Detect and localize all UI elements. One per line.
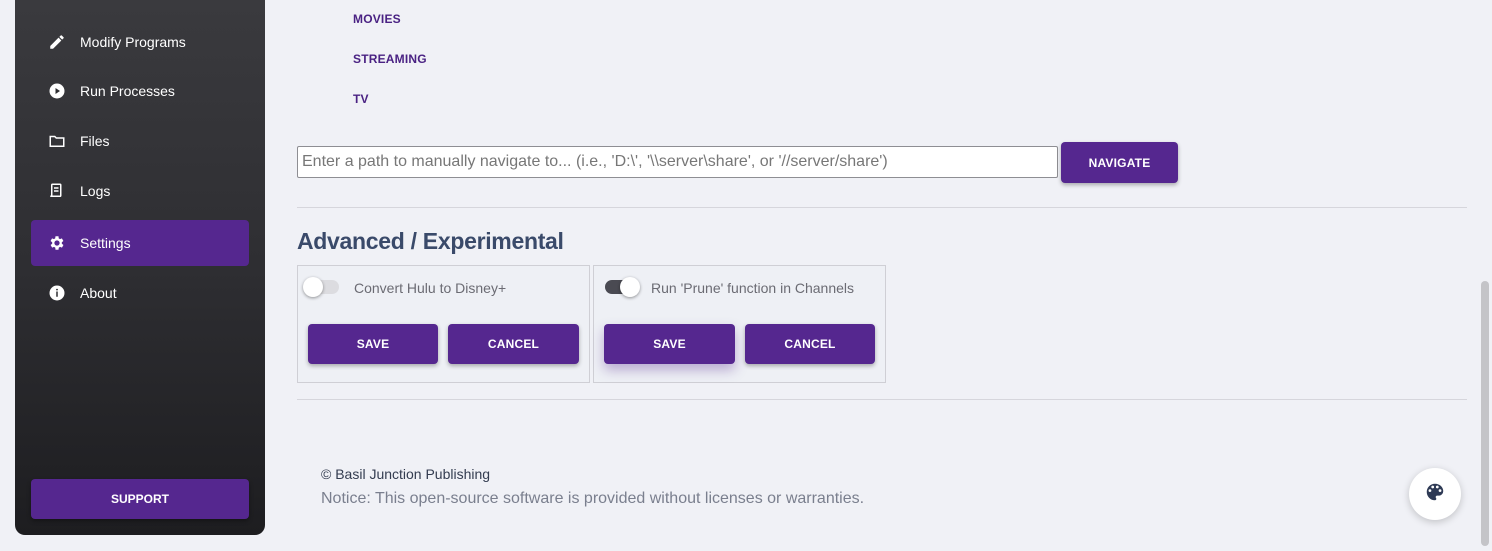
cancel-button[interactable]: CANCEL bbox=[448, 324, 579, 364]
footer-notice: Notice: This open-source software is pro… bbox=[321, 490, 865, 507]
folder-link-streaming[interactable]: STREAMING bbox=[353, 52, 427, 66]
cancel-button[interactable]: CANCEL bbox=[745, 324, 875, 364]
sidebar-item-run-processes[interactable]: Run Processes bbox=[31, 68, 249, 114]
info-icon bbox=[48, 284, 66, 302]
section-title: Advanced / Experimental bbox=[297, 228, 564, 254]
sidebar-item-label: Settings bbox=[80, 235, 131, 251]
toggle-label: Run 'Prune' function in Channels bbox=[651, 280, 855, 296]
scrollbar-thumb[interactable] bbox=[1481, 281, 1489, 546]
sidebar-item-about[interactable]: About bbox=[31, 270, 249, 316]
theme-palette-button[interactable] bbox=[1409, 468, 1461, 520]
hulu-toggle[interactable] bbox=[303, 277, 339, 297]
sidebar-item-logs[interactable]: Logs bbox=[31, 168, 249, 214]
toggle-thumb bbox=[620, 277, 640, 297]
prune-toggle[interactable] bbox=[605, 277, 640, 297]
sidebar-item-label: Logs bbox=[80, 183, 111, 199]
folder-link-movies[interactable]: MOVIES bbox=[353, 12, 401, 26]
divider bbox=[297, 399, 1467, 400]
setting-card-prune: Run 'Prune' function in Channels SAVE CA… bbox=[593, 265, 886, 383]
sidebar-item-files[interactable]: Files bbox=[31, 118, 249, 164]
sidebar-item-modify-programs[interactable]: Modify Programs bbox=[31, 19, 249, 65]
sidebar-item-label: Run Processes bbox=[80, 83, 175, 99]
save-button[interactable]: SAVE bbox=[308, 324, 438, 364]
sidebar-item-settings[interactable]: Settings bbox=[31, 220, 249, 266]
setting-card-hulu: Convert Hulu to Disney+ SAVE CANCEL bbox=[297, 265, 590, 383]
sidebar-item-label: Files bbox=[80, 133, 110, 149]
scroll-icon bbox=[48, 182, 66, 200]
path-input[interactable] bbox=[297, 146, 1058, 178]
play-circle-icon bbox=[48, 82, 66, 100]
toggle-label: Convert Hulu to Disney+ bbox=[354, 280, 507, 296]
folder-link-tv[interactable]: TV bbox=[353, 92, 369, 106]
pencil-icon bbox=[48, 33, 66, 51]
folder-icon bbox=[48, 132, 66, 150]
gear-icon bbox=[48, 234, 66, 252]
app-root: Modify Programs Run Processes Files Logs… bbox=[0, 0, 1492, 551]
sidebar: Modify Programs Run Processes Files Logs… bbox=[15, 0, 265, 535]
sidebar-item-label: About bbox=[80, 285, 117, 301]
palette-icon bbox=[1424, 481, 1446, 508]
save-button[interactable]: SAVE bbox=[604, 324, 735, 364]
scrollbar[interactable] bbox=[1478, 0, 1492, 551]
support-button[interactable]: SUPPORT bbox=[31, 479, 249, 519]
navigate-button[interactable]: NAVIGATE bbox=[1061, 142, 1178, 183]
toggle-thumb bbox=[303, 277, 323, 297]
sidebar-item-label: Modify Programs bbox=[80, 34, 186, 50]
footer-copyright: © Basil Junction Publishing bbox=[321, 466, 491, 482]
divider bbox=[297, 207, 1467, 208]
